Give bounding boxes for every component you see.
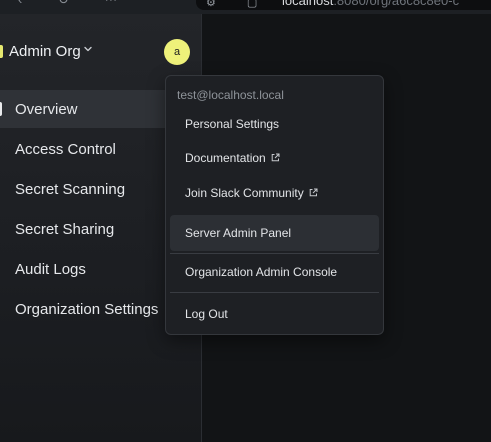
url-path: :8080/org/a6c8c8e0-c [333, 0, 460, 8]
address-url[interactable]: localhost:8080/org/a6c8c8e0-c [282, 0, 459, 8]
sidebar-item-secret-scanning[interactable]: Secret Scanning [0, 170, 170, 208]
chevron-down-icon[interactable] [83, 44, 93, 57]
browser-nav-icons[interactable]: ‹ ↻ ⋯ [18, 0, 133, 8]
menu-item-log-out[interactable]: Log Out [170, 297, 379, 331]
external-link-icon [309, 188, 318, 200]
sidebar-item-label: Overview [15, 101, 78, 118]
sidebar-item-audit-logs[interactable]: Audit Logs [0, 250, 170, 288]
org-indicator [0, 45, 3, 58]
menu-divider [170, 292, 379, 293]
site-info-icon[interactable]: ⚙ ▢ [206, 0, 271, 9]
user-avatar[interactable]: a [164, 39, 190, 65]
browser-toolbar: ‹ ↻ ⋯ ⚙ ▢ localhost:8080/org/a6c8c8e0-c [0, 0, 491, 14]
sidebar-item-label: Audit Logs [15, 261, 86, 278]
menu-item-join-slack[interactable]: Join Slack Community [170, 176, 379, 210]
menu-item-label: Organization Admin Console [185, 265, 338, 279]
sidebar-item-organization-settings[interactable]: Organization Settings [0, 290, 170, 328]
menu-item-label: Log Out [185, 307, 228, 321]
menu-item-label: Documentation [185, 151, 266, 165]
org-name: Admin Org [9, 43, 81, 60]
url-host: localhost [282, 0, 334, 8]
menu-divider [170, 253, 379, 254]
menu-item-label: Server Admin Panel [185, 226, 292, 240]
sidebar-item-label: Secret Scanning [15, 181, 126, 198]
menu-item-label: Join Slack Community [185, 186, 304, 200]
org-switcher[interactable]: Admin Org [9, 43, 81, 60]
menu-item-personal-settings[interactable]: Personal Settings [170, 107, 379, 141]
user-menu: test@localhost.local Personal Settings D… [165, 75, 384, 335]
sidebar-item-access-control[interactable]: Access Control [0, 130, 170, 168]
sidebar-item-label: Secret Sharing [15, 221, 115, 238]
menu-item-label: Personal Settings [185, 117, 280, 131]
sidebar-item-overview[interactable]: Overview [0, 90, 170, 128]
menu-item-server-admin-panel[interactable]: Server Admin Panel [170, 215, 379, 251]
menu-item-organization-admin-console[interactable]: Organization Admin Console [170, 255, 379, 289]
menu-item-documentation[interactable]: Documentation [170, 141, 379, 175]
external-link-icon [271, 153, 280, 165]
avatar-letter: a [173, 46, 181, 58]
sidebar-item-label: Organization Settings [15, 301, 159, 318]
user-email: test@localhost.local [177, 88, 284, 102]
active-indicator [0, 102, 2, 116]
address-bar[interactable]: ⚙ ▢ localhost:8080/org/a6c8c8e0-c [196, 0, 491, 10]
sidebar-item-label: Access Control [15, 141, 116, 158]
sidebar-item-secret-sharing[interactable]: Secret Sharing [0, 210, 170, 248]
